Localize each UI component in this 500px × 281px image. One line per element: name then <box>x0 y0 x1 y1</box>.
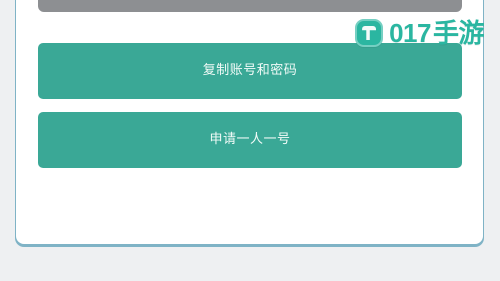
brand-suffix: 手游 <box>432 18 485 49</box>
seven-badge-icon <box>355 19 384 47</box>
apply-one-person-one-account-button[interactable]: 申请一人一号 <box>38 112 462 168</box>
copy-account-password-button[interactable]: 复制账号和密码 <box>38 43 462 99</box>
brand-watermark: 017手游 <box>355 16 485 50</box>
brand-text: 017手游 <box>389 20 484 47</box>
brand-number: 017 <box>389 17 431 48</box>
top-action-button[interactable] <box>38 0 462 12</box>
